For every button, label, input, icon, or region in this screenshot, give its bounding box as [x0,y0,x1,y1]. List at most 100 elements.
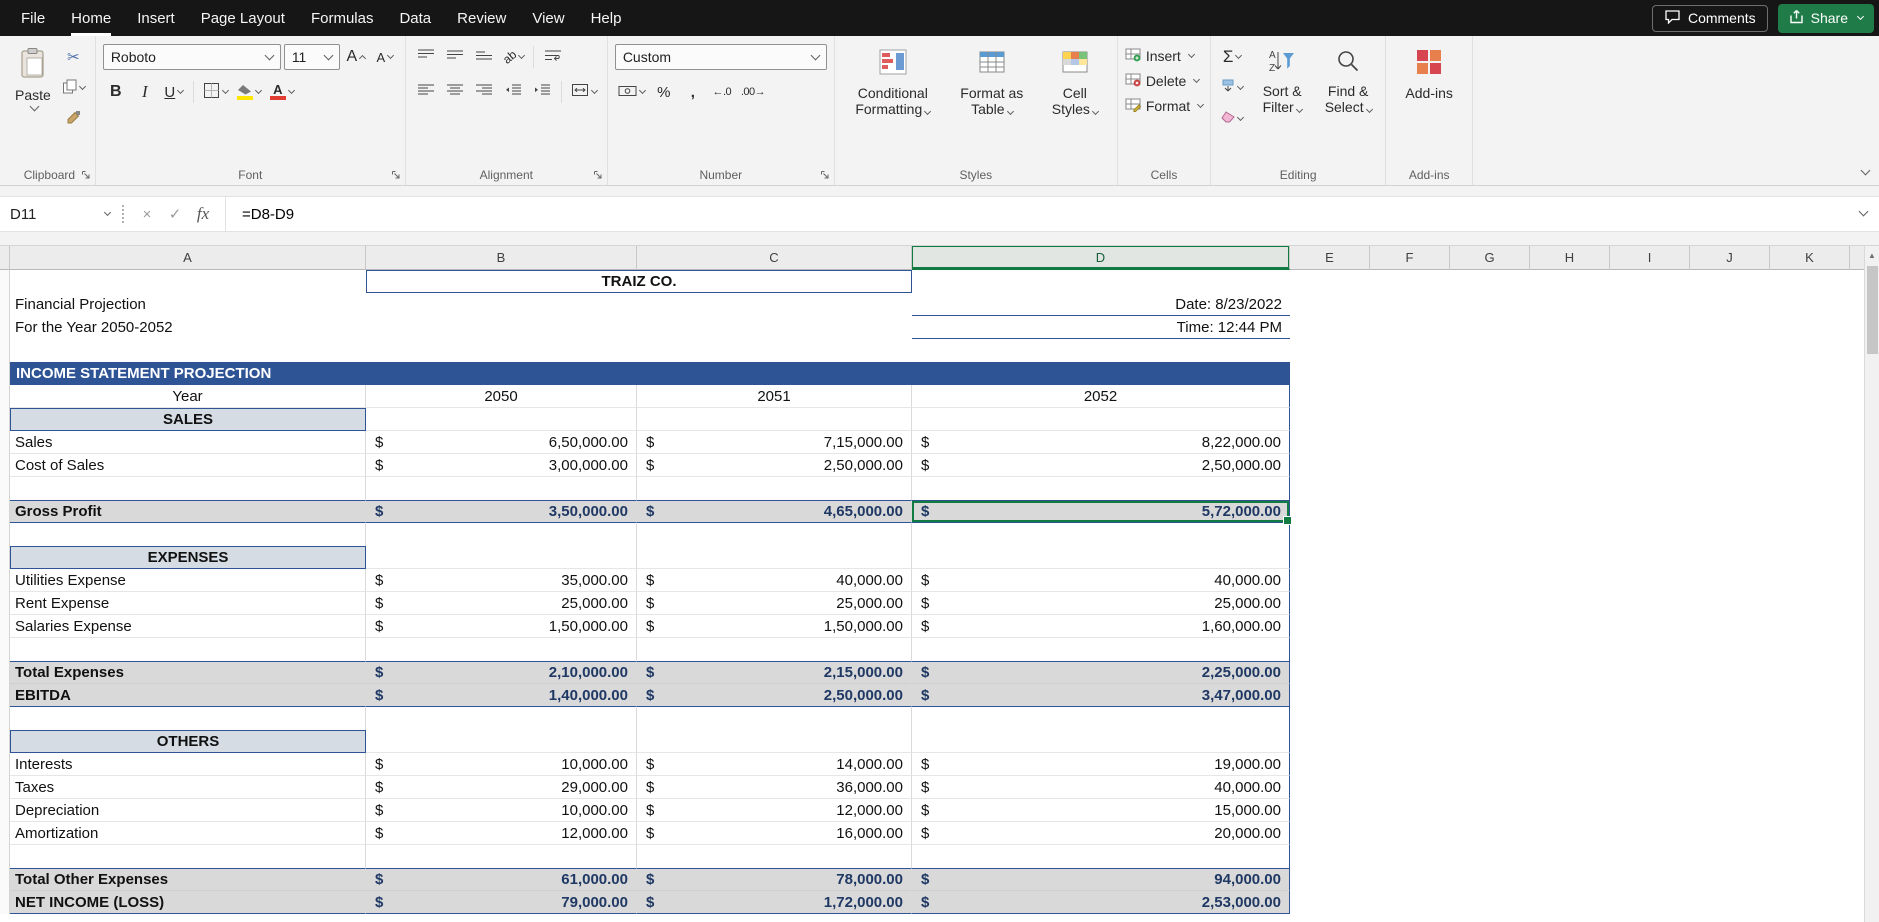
empty-area[interactable] [1290,293,1864,316]
format-painter-button[interactable] [59,106,88,132]
cell[interactable]: $16,000.00 [637,822,912,845]
cell-label[interactable]: Cost of Sales [10,454,366,477]
cell[interactable] [366,316,637,339]
alignment-dialog-launcher[interactable] [592,169,604,181]
column-header-j[interactable]: J [1690,246,1770,270]
row-header-stub[interactable] [0,615,10,638]
menu-review[interactable]: Review [444,0,519,36]
column-header-i[interactable]: I [1610,246,1690,270]
cell[interactable] [637,730,912,753]
align-middle-button[interactable] [442,44,468,70]
row-header-stub[interactable] [0,477,10,500]
empty-area[interactable] [1290,431,1864,454]
menu-view[interactable]: View [519,0,577,36]
cell[interactable]: $40,000.00 [912,776,1290,799]
cell-label[interactable]: Interests [10,753,366,776]
empty-area[interactable] [1290,477,1864,500]
cell[interactable]: $35,000.00 [366,569,637,592]
cell-label[interactable]: For the Year 2050-2052 [10,316,366,339]
cell[interactable]: $94,000.00 [912,868,1290,891]
empty-area[interactable] [1290,891,1864,914]
cell[interactable]: $2,50,000.00 [912,454,1290,477]
cell[interactable]: $3,00,000.00 [366,454,637,477]
align-top-button[interactable] [413,44,439,70]
cell[interactable]: $19,000.00 [912,753,1290,776]
cell[interactable]: $8,22,000.00 [912,431,1290,454]
empty-area[interactable] [1290,845,1864,868]
menu-page-layout[interactable]: Page Layout [188,0,298,36]
cell[interactable]: $20,000.00 [912,822,1290,845]
cell[interactable] [366,638,637,661]
cell[interactable] [637,523,912,546]
menu-formulas[interactable]: Formulas [298,0,387,36]
vertical-scrollbar[interactable]: ▲ [1864,246,1879,922]
cell[interactable]: $25,000.00 [366,592,637,615]
cell[interactable]: 2051 [637,385,912,408]
cell[interactable]: $36,000.00 [637,776,912,799]
empty-area[interactable] [1290,707,1864,730]
autosum-button[interactable]: Σ [1218,44,1246,70]
empty-area[interactable] [1290,615,1864,638]
cell[interactable]: $2,25,000.00 [912,661,1290,684]
cell-label[interactable]: Salaries Expense [10,615,366,638]
cell[interactable] [366,408,637,431]
font-name-select[interactable]: Roboto [102,44,281,70]
cell-label[interactable]: Rent Expense [10,592,366,615]
scrollbar-thumb[interactable] [1866,266,1878,354]
cell[interactable]: $40,000.00 [637,569,912,592]
fill-button[interactable] [1218,75,1246,101]
empty-area[interactable] [1290,868,1864,891]
cell[interactable]: $1,40,000.00 [366,684,637,707]
row-header-stub[interactable] [0,408,10,431]
decrease-indent-button[interactable] [500,79,526,105]
align-right-button[interactable] [471,79,497,105]
cell-label[interactable] [10,845,366,868]
cell[interactable]: $4,65,000.00 [637,500,912,523]
cancel-icon[interactable]: × [133,197,161,231]
cell-label[interactable]: Taxes [10,776,366,799]
cell-label[interactable]: Amortization [10,822,366,845]
cell[interactable]: $3,50,000.00 [366,500,637,523]
cell[interactable]: $10,000.00 [366,753,637,776]
column-header-c[interactable]: C [637,246,912,270]
cell[interactable] [912,707,1290,730]
column-header-g[interactable]: G [1450,246,1530,270]
cell-label[interactable] [10,638,366,661]
empty-area[interactable] [1290,454,1864,477]
cell[interactable]: $2,53,000.00 [912,891,1290,914]
row-header-stub[interactable] [0,385,10,408]
accounting-format-button[interactable] [615,79,648,105]
cell[interactable]: $2,15,000.00 [637,661,912,684]
wrap-text-button[interactable] [540,44,566,70]
row-header-stub[interactable] [0,661,10,684]
font-size-select[interactable]: 11 [283,44,340,70]
empty-area[interactable] [1290,822,1864,845]
number-dialog-launcher[interactable] [819,169,831,181]
cell[interactable]: $2,50,000.00 [637,454,912,477]
ribbon-collapse-icon[interactable] [1859,161,1871,179]
cell[interactable] [366,546,637,569]
empty-area[interactable] [1290,270,1864,293]
cell[interactable] [912,523,1290,546]
column-header-d[interactable]: D [912,246,1290,270]
comma-style-button[interactable]: , [680,79,706,105]
cell-label[interactable]: Depreciation [10,799,366,822]
row-header-stub[interactable] [0,845,10,868]
enter-icon[interactable]: ✓ [161,197,189,231]
add-ins-button[interactable]: Add-ins [1393,44,1465,163]
cell-label[interactable]: Utilities Expense [10,569,366,592]
cell-styles-button[interactable]: Cell Styles [1040,44,1110,120]
cell[interactable] [912,730,1290,753]
cell[interactable]: $1,50,000.00 [637,615,912,638]
empty-area[interactable] [1290,799,1864,822]
empty-area[interactable] [1290,661,1864,684]
row-header-stub[interactable] [0,799,10,822]
increase-font-size-button[interactable]: A [343,44,369,70]
empty-area[interactable] [1290,546,1864,569]
scroll-up-icon[interactable]: ▲ [1865,246,1879,264]
row-header-stub[interactable] [0,592,10,615]
empty-area[interactable] [1290,408,1864,431]
cell[interactable] [637,408,912,431]
cell[interactable]: $12,000.00 [637,799,912,822]
cell[interactable] [912,408,1290,431]
